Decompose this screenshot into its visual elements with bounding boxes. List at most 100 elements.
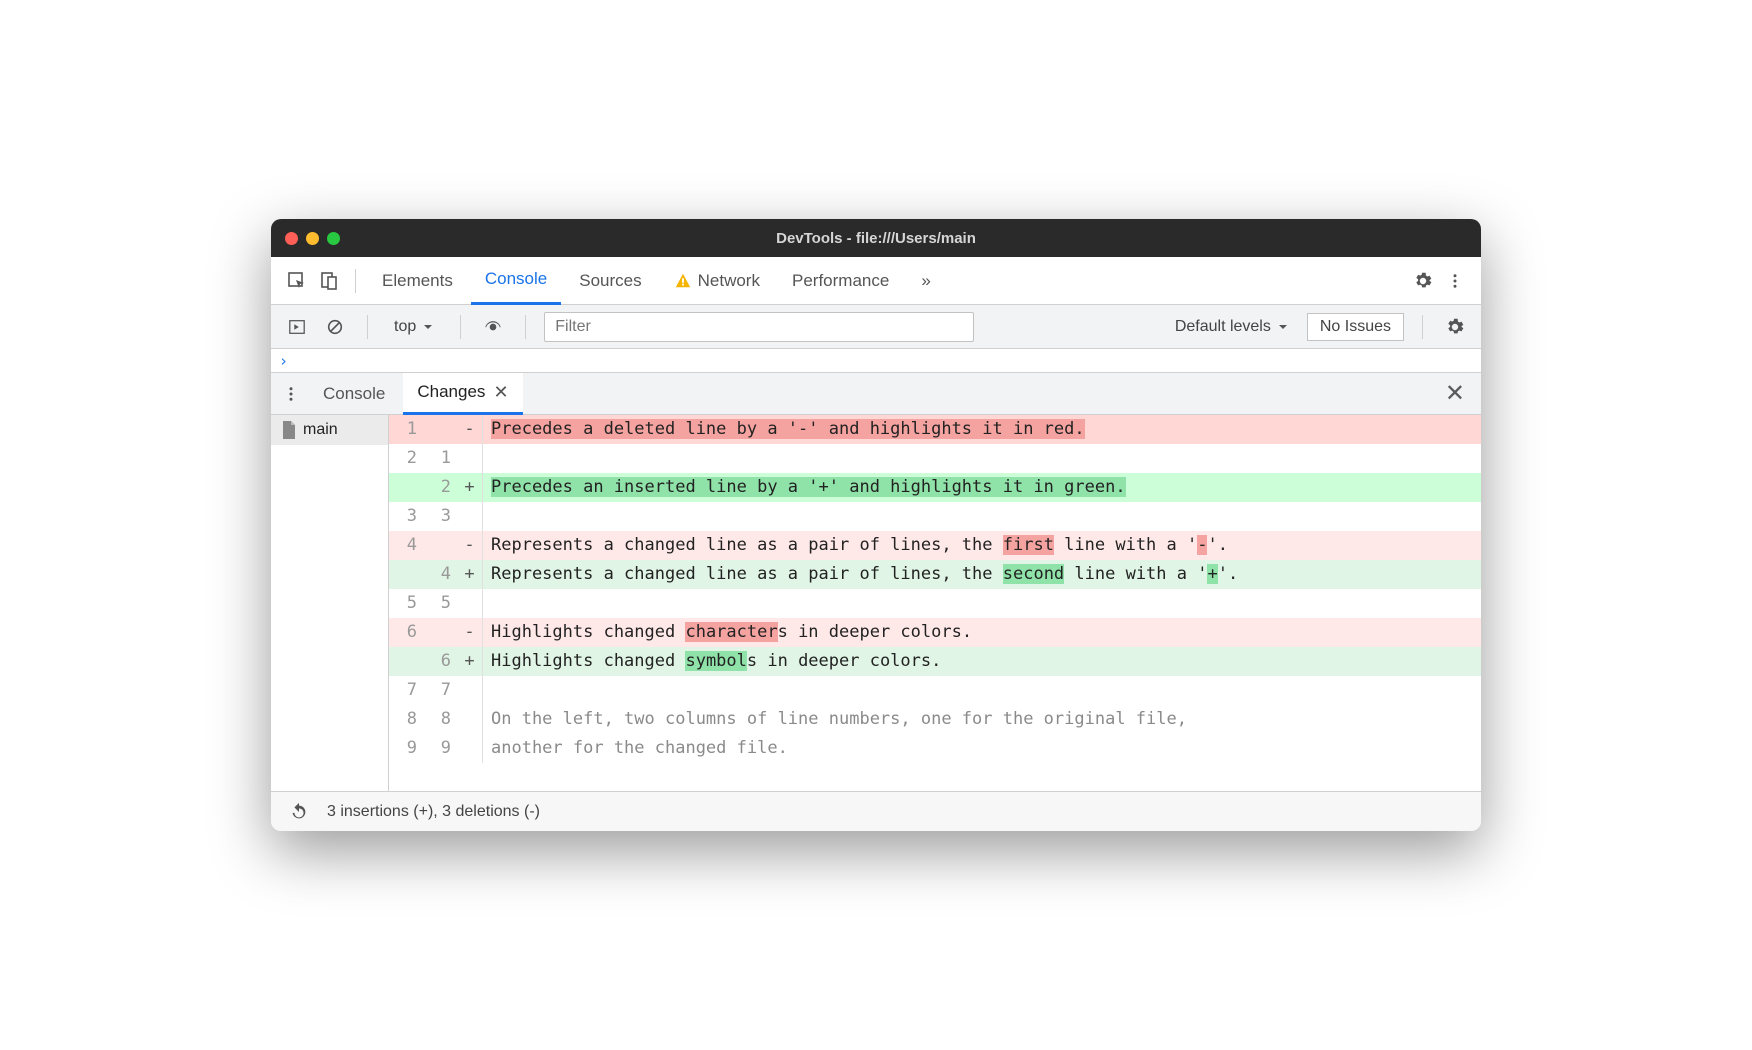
- console-settings-icon[interactable]: [1441, 313, 1469, 341]
- diff-marker: -: [457, 618, 483, 647]
- drawer-tab-changes-label: Changes: [417, 382, 485, 402]
- diff-row: 1-Precedes a deleted line by a '-' and h…: [389, 415, 1481, 444]
- old-line-number: [389, 560, 423, 589]
- devtools-window: DevTools - file:///Users/main Elements C…: [271, 219, 1481, 831]
- old-line-number: 2: [389, 444, 423, 473]
- execution-context-icon[interactable]: [283, 313, 311, 341]
- traffic-lights: [285, 232, 340, 245]
- log-levels-selector[interactable]: Default levels: [1167, 318, 1297, 336]
- changes-panel: main 1-Precedes a deleted line by a '-' …: [271, 415, 1481, 791]
- diff-row: 4+ Represents a changed line as a pair of…: [389, 560, 1481, 589]
- diff-code: another for the changed file.: [491, 734, 1481, 763]
- old-line-number: 7: [389, 676, 423, 705]
- diff-marker: [457, 502, 483, 531]
- diff-row: 4 -Represents a changed line as a pair of…: [389, 531, 1481, 560]
- diff-view: 1-Precedes a deleted line by a '-' and h…: [389, 415, 1481, 791]
- drawer-tab-console[interactable]: Console: [309, 373, 399, 415]
- inspect-element-icon[interactable]: [283, 267, 311, 295]
- new-line-number: 1: [423, 444, 457, 473]
- separator: [1422, 315, 1423, 339]
- diff-code: Highlights changed characters in deeper …: [491, 618, 1481, 647]
- diff-code: Precedes a deleted line by a '-' and hig…: [491, 415, 1481, 444]
- diff-code: [491, 502, 1481, 531]
- old-line-number: 6: [389, 618, 423, 647]
- diff-marker: -: [457, 531, 483, 560]
- diff-code: [491, 676, 1481, 705]
- new-line-number: 7: [423, 676, 457, 705]
- window-title: DevTools - file:///Users/main: [271, 230, 1481, 247]
- console-prompt[interactable]: ›: [271, 349, 1481, 373]
- tab-performance[interactable]: Performance: [778, 257, 903, 305]
- new-line-number: [423, 618, 457, 647]
- new-line-number: 8: [423, 705, 457, 734]
- new-line-number: 6: [423, 647, 457, 676]
- diff-marker: +: [457, 473, 483, 502]
- diff-row: 6+ Highlights changed symbols in deeper c…: [389, 647, 1481, 676]
- old-line-number: 4: [389, 531, 423, 560]
- close-window-button[interactable]: [285, 232, 298, 245]
- log-levels-label: Default levels: [1175, 318, 1271, 336]
- tab-elements[interactable]: Elements: [368, 257, 467, 305]
- settings-icon[interactable]: [1409, 267, 1437, 295]
- diff-row: 33: [389, 502, 1481, 531]
- main-tabs: Elements Console Sources Network Perform…: [271, 257, 1481, 305]
- warning-icon: [674, 272, 692, 290]
- diff-row: 99 another for the changed file.: [389, 734, 1481, 763]
- old-line-number: 5: [389, 589, 423, 618]
- diff-marker: +: [457, 560, 483, 589]
- drawer-tab-changes[interactable]: Changes ✕: [403, 373, 522, 415]
- new-line-number: [423, 415, 457, 444]
- tab-network[interactable]: Network: [660, 257, 774, 305]
- diff-marker: -: [457, 415, 483, 444]
- diff-code: [491, 589, 1481, 618]
- diff-row: 88On the left, two columns of line numbe…: [389, 705, 1481, 734]
- drawer-more-icon[interactable]: [277, 380, 305, 408]
- new-line-number: 5: [423, 589, 457, 618]
- close-tab-icon[interactable]: ✕: [493, 382, 508, 403]
- filter-input[interactable]: [544, 312, 974, 342]
- diff-code: On the left, two columns of line numbers…: [491, 705, 1481, 734]
- old-line-number: 3: [389, 502, 423, 531]
- diff-code: Highlights changed symbols in deeper col…: [491, 647, 1481, 676]
- diff-code: Represents a changed line as a pair of l…: [491, 560, 1481, 589]
- diff-marker: [457, 444, 483, 473]
- file-icon: [281, 421, 297, 439]
- zoom-window-button[interactable]: [327, 232, 340, 245]
- file-name: main: [303, 421, 338, 439]
- separator: [525, 315, 526, 339]
- device-toolbar-icon[interactable]: [315, 267, 343, 295]
- new-line-number: 9: [423, 734, 457, 763]
- tab-console[interactable]: Console: [471, 257, 561, 305]
- live-expression-icon[interactable]: [479, 313, 507, 341]
- clear-console-icon[interactable]: [321, 313, 349, 341]
- diff-row: 2+Precedes an inserted line by a '+' and…: [389, 473, 1481, 502]
- diff-marker: [457, 705, 483, 734]
- minimize-window-button[interactable]: [306, 232, 319, 245]
- changes-summary: 3 insertions (+), 3 deletions (-): [327, 803, 540, 821]
- old-line-number: 9: [389, 734, 423, 763]
- file-item-main[interactable]: main: [271, 415, 388, 445]
- context-selector[interactable]: top: [386, 316, 442, 338]
- close-drawer-icon[interactable]: ✕: [1435, 379, 1475, 408]
- new-line-number: 4: [423, 560, 457, 589]
- tab-more[interactable]: »: [907, 257, 944, 305]
- more-options-icon[interactable]: [1441, 267, 1469, 295]
- tab-sources[interactable]: Sources: [565, 257, 655, 305]
- chevron-down-icon: [422, 321, 434, 333]
- new-line-number: 2: [423, 473, 457, 502]
- new-line-number: 3: [423, 502, 457, 531]
- revert-icon[interactable]: [285, 798, 313, 826]
- diff-marker: [457, 734, 483, 763]
- tab-network-label: Network: [698, 271, 760, 291]
- diff-row: 21: [389, 444, 1481, 473]
- context-label: top: [394, 318, 416, 336]
- diff-marker: +: [457, 647, 483, 676]
- diff-row: 77: [389, 676, 1481, 705]
- separator: [355, 269, 356, 293]
- drawer-tabs: Console Changes ✕ ✕: [271, 373, 1481, 415]
- issues-button[interactable]: No Issues: [1307, 313, 1404, 341]
- chevron-down-icon: [1277, 321, 1289, 333]
- changes-footer: 3 insertions (+), 3 deletions (-): [271, 791, 1481, 831]
- diff-code: Represents a changed line as a pair of l…: [491, 531, 1481, 560]
- titlebar: DevTools - file:///Users/main: [271, 219, 1481, 257]
